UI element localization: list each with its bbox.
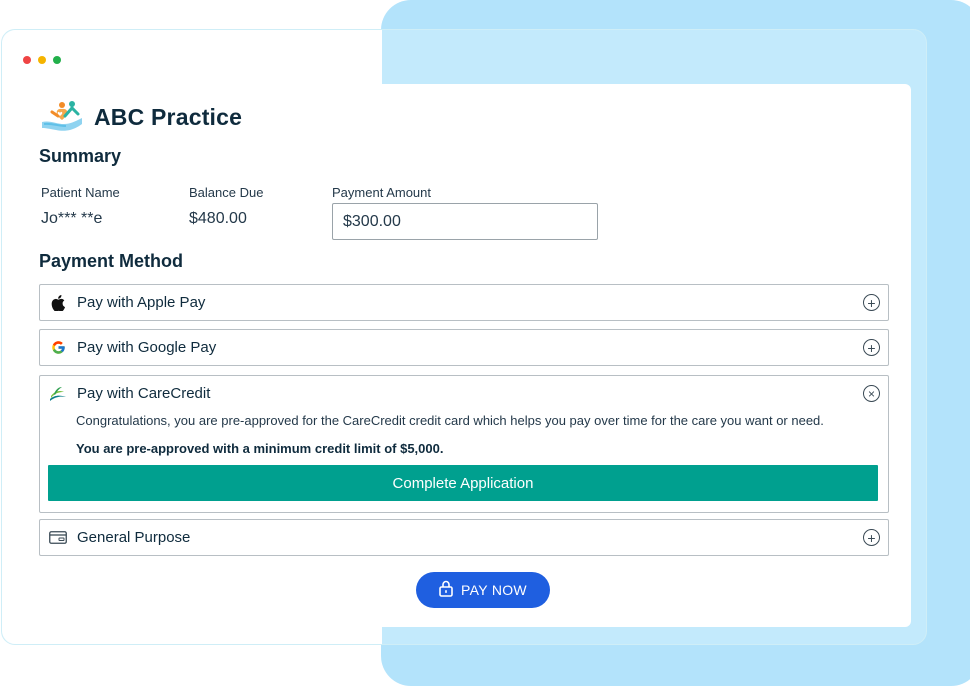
pay-now-label: PAY NOW bbox=[461, 582, 527, 598]
carecredit-icon bbox=[48, 384, 68, 404]
close-window-dot[interactable] bbox=[23, 56, 31, 64]
practice-brand: ABC Practice bbox=[40, 100, 242, 134]
google-icon bbox=[48, 338, 68, 358]
carecredit-description: Congratulations, you are pre-approved fo… bbox=[76, 413, 824, 428]
credit-card-icon bbox=[48, 528, 68, 548]
pay-now-button[interactable]: PAY NOW bbox=[416, 572, 550, 608]
carecredit-header[interactable]: Pay with CareCredit × bbox=[40, 376, 888, 411]
apple-icon bbox=[48, 293, 68, 313]
practice-name: ABC Practice bbox=[94, 103, 243, 130]
maximize-window-dot[interactable] bbox=[53, 56, 61, 64]
carecredit-panel: Congratulations, you are pre-approved fo… bbox=[40, 413, 888, 511]
minimize-window-dot[interactable] bbox=[38, 56, 46, 64]
carecredit-preapproval: You are pre-approved with a minimum cred… bbox=[76, 441, 444, 456]
patient-name-value: Jo*** **e bbox=[41, 210, 103, 227]
general-purpose-title: General Purpose bbox=[77, 529, 191, 546]
apple-pay-title: Pay with Apple Pay bbox=[77, 294, 206, 311]
payment-amount-label: Payment Amount bbox=[332, 185, 431, 200]
balance-due-group: Balance Due $480.00 bbox=[189, 185, 263, 228]
summary-heading: Summary bbox=[39, 146, 122, 166]
balance-due-label: Balance Due bbox=[189, 185, 264, 200]
plus-circle-icon[interactable]: + bbox=[863, 339, 880, 356]
window-controls bbox=[23, 56, 61, 64]
payment-method-heading: Payment Method bbox=[39, 251, 184, 271]
general-purpose-header[interactable]: General Purpose + bbox=[40, 520, 888, 555]
plus-circle-icon[interactable]: + bbox=[863, 529, 880, 546]
balance-due-value: $480.00 bbox=[189, 210, 247, 227]
patient-name-label: Patient Name bbox=[41, 185, 120, 200]
payment-card: ABC Practice Summary Patient Name Jo*** … bbox=[20, 84, 911, 627]
patient-name-group: Patient Name Jo*** **e bbox=[41, 185, 120, 228]
google-pay-header[interactable]: Pay with Google Pay + bbox=[40, 330, 888, 365]
plus-circle-icon[interactable]: + bbox=[863, 294, 880, 311]
complete-application-button[interactable]: Complete Application bbox=[48, 465, 878, 501]
payment-amount-input[interactable] bbox=[332, 203, 598, 240]
payment-amount-group: Payment Amount bbox=[332, 185, 431, 200]
close-circle-icon[interactable]: × bbox=[863, 385, 880, 402]
carecredit-title: Pay with CareCredit bbox=[77, 385, 211, 402]
apple-pay-option[interactable]: Pay with Apple Pay + bbox=[39, 284, 889, 321]
caring-hands-logo-icon bbox=[40, 100, 84, 134]
google-pay-title: Pay with Google Pay bbox=[77, 339, 217, 356]
lock-icon bbox=[439, 580, 453, 600]
google-pay-option[interactable]: Pay with Google Pay + bbox=[39, 329, 889, 366]
general-purpose-option[interactable]: General Purpose + bbox=[39, 519, 889, 556]
carecredit-option[interactable]: Pay with CareCredit × Congratulations, y… bbox=[39, 375, 889, 513]
apple-pay-header[interactable]: Pay with Apple Pay + bbox=[40, 285, 888, 320]
